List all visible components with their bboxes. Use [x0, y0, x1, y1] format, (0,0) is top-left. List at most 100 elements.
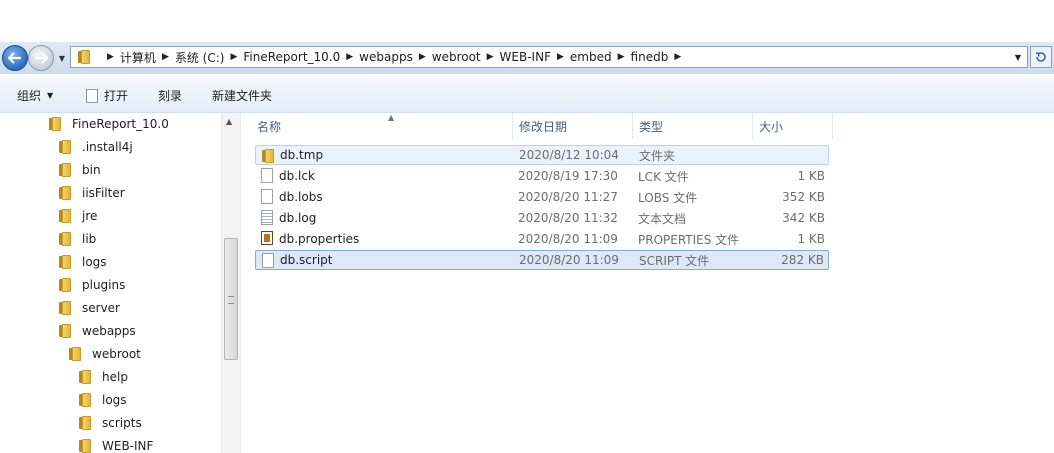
file-row[interactable]: db.lobs 2020/8/20 11:27 LOBS 文件 352 KB — [255, 187, 829, 207]
breadcrumb-separator-icon[interactable]: ▶ — [557, 52, 564, 62]
file-row[interactable]: db.tmp 2020/8/12 10:04 文件夹 — [255, 145, 829, 165]
organize-button[interactable]: 组织 ▼ — [17, 87, 53, 104]
file-modified-date: 2020/8/20 11:32 — [518, 211, 618, 225]
breadcrumb-item[interactable]: ▶ 计算机 — [101, 47, 156, 67]
tree-item[interactable]: plugins — [58, 275, 125, 295]
navigation-pane: FineReport_10.0 .install4j bin iisFilter jre… — [0, 113, 241, 453]
tree-item[interactable]: bin — [58, 160, 101, 180]
tree-item-label: .install4j — [82, 140, 133, 154]
forward-button[interactable] — [28, 45, 54, 71]
tree-item[interactable]: iisFilter — [58, 183, 125, 203]
breadcrumb-separator-icon[interactable]: ▶ — [230, 52, 237, 62]
tree-item-label: plugins — [82, 278, 126, 292]
breadcrumb-item[interactable]: ▶ WEB-INF — [481, 47, 551, 67]
tree-item-label: WEB-INF — [102, 439, 154, 453]
tree-item-label: help — [102, 370, 128, 384]
tree-item[interactable]: logs — [78, 390, 127, 410]
breadcrumb-label: embed — [569, 50, 612, 64]
command-bar: 组织 ▼ 打开 刻录 新建文件夹 — [0, 78, 1054, 113]
file-type: 文件夹 — [639, 148, 676, 163]
tree-item[interactable]: WEB-INF — [78, 436, 153, 453]
open-button[interactable]: 打开 — [86, 87, 128, 104]
refresh-button[interactable] — [1030, 46, 1052, 68]
tree-item-label: scripts — [102, 416, 142, 430]
tree-item[interactable]: webapps — [58, 321, 136, 341]
folder-icon — [77, 50, 93, 64]
file-name: db.tmp — [280, 148, 324, 162]
folder-icon — [78, 416, 94, 430]
document-icon — [86, 88, 98, 103]
new-folder-label: 新建文件夹 — [212, 89, 273, 103]
file-modified-date: 2020/8/12 10:04 — [519, 148, 619, 162]
recent-pages-dropdown[interactable]: ▼ — [57, 52, 67, 64]
breadcrumb-separator-icon[interactable]: ▶ — [487, 52, 494, 62]
breadcrumb-item[interactable]: ▶ webapps — [340, 47, 413, 67]
breadcrumb-label: 系统 (C:) — [174, 50, 225, 65]
breadcrumb-separator-icon[interactable]: ▶ — [107, 52, 114, 62]
file-row[interactable]: db.lck 2020/8/19 17:30 LCK 文件 1 KB — [255, 166, 829, 186]
file-icon — [261, 168, 273, 183]
breadcrumb-separator-icon[interactable]: ▶ — [419, 52, 426, 62]
folder-icon — [261, 149, 275, 165]
folder-icon — [58, 255, 74, 269]
column-header-name[interactable]: 名称 ▲ — [251, 113, 513, 139]
breadcrumb-label: WEB-INF — [499, 50, 551, 64]
file-row[interactable]: db.script 2020/8/20 11:09 SCRIPT 文件 282 KB — [255, 250, 829, 270]
chevron-down-icon: ▼ — [47, 91, 54, 100]
file-row[interactable]: db.log 2020/8/20 11:32 文本文档 342 KB — [255, 208, 829, 228]
breadcrumb-separator-icon[interactable]: ▶ — [162, 52, 169, 62]
breadcrumb-separator-icon[interactable]: ▶ — [346, 52, 353, 62]
tree-item[interactable]: .install4j — [58, 137, 133, 157]
file-type: SCRIPT 文件 — [639, 253, 710, 268]
column-header-size[interactable]: 大小 — [753, 113, 833, 139]
breadcrumb-separator-icon[interactable]: ▶ — [618, 52, 625, 62]
tree-item[interactable]: logs — [58, 252, 107, 272]
burn-button[interactable]: 刻录 — [158, 87, 182, 104]
file-list-pane: 名称 ▲ 修改日期 类型 大小 db.tmp 2020/8/12 10:04 文件夹… — [241, 113, 1054, 453]
file-type: 文本文档 — [638, 211, 687, 226]
folder-icon — [78, 370, 94, 384]
tree-item-label: bin — [82, 163, 101, 177]
refresh-icon — [1035, 52, 1046, 62]
address-bar[interactable]: ▶ 计算机 ▶ 系统 (C:) ▶ FineReport_10.0 ▶ webapps ▶ web… — [70, 46, 1028, 68]
folder-icon — [48, 117, 64, 131]
file-size: 282 KB — [781, 253, 824, 267]
column-header-type[interactable]: 类型 — [633, 113, 753, 139]
tree-item-label: logs — [102, 393, 127, 407]
tree-item[interactable]: server — [58, 298, 120, 318]
arrow-right-icon — [35, 52, 48, 64]
arrow-left-icon — [8, 52, 21, 64]
new-folder-button[interactable]: 新建文件夹 — [212, 87, 272, 104]
file-name: db.log — [279, 211, 317, 225]
file-name: db.properties — [279, 232, 360, 246]
tree-item[interactable]: webroot — [68, 344, 141, 364]
tree-item[interactable]: jre — [58, 206, 97, 226]
scrollbar-thumb[interactable] — [224, 238, 238, 360]
address-dropdown-button[interactable]: ▼ — [1011, 49, 1025, 65]
tree-item[interactable]: FineReport_10.0 — [48, 114, 169, 134]
breadcrumb-item[interactable]: ▶ 系统 (C:) — [156, 47, 225, 67]
back-button[interactable] — [2, 45, 28, 71]
scroll-up-icon[interactable]: ▲ — [226, 117, 232, 126]
tree-item[interactable]: scripts — [78, 413, 142, 433]
breadcrumb-separator-icon[interactable]: ▶ — [674, 52, 681, 62]
breadcrumb-item[interactable]: ▶ finedb — [612, 47, 669, 67]
file-icon — [262, 253, 274, 268]
tree-item[interactable]: lib — [58, 229, 96, 249]
navigation-pane-scrollbar[interactable]: ▲ — [221, 113, 240, 453]
tree-item[interactable]: help — [78, 367, 128, 387]
breadcrumb-item[interactable]: ▶ embed — [551, 47, 612, 67]
folder-icon — [58, 209, 74, 223]
breadcrumb-item[interactable]: ▶ webroot — [413, 47, 481, 67]
tree-item-label: logs — [82, 255, 107, 269]
column-type-label: 类型 — [639, 119, 664, 134]
folder-icon — [58, 278, 74, 292]
breadcrumb-label: FineReport_10.0 — [243, 50, 341, 64]
text-file-icon — [261, 210, 273, 225]
breadcrumb-item[interactable]: ▶ FineReport_10.0 — [224, 47, 340, 67]
tree-item-label: jre — [82, 209, 98, 223]
breadcrumb-label: webapps — [359, 50, 413, 64]
column-header-date[interactable]: 修改日期 — [513, 113, 633, 139]
file-modified-date: 2020/8/20 11:09 — [518, 232, 618, 246]
file-row[interactable]: db.properties 2020/8/20 11:09 PROPERTIES 文… — [255, 229, 829, 249]
